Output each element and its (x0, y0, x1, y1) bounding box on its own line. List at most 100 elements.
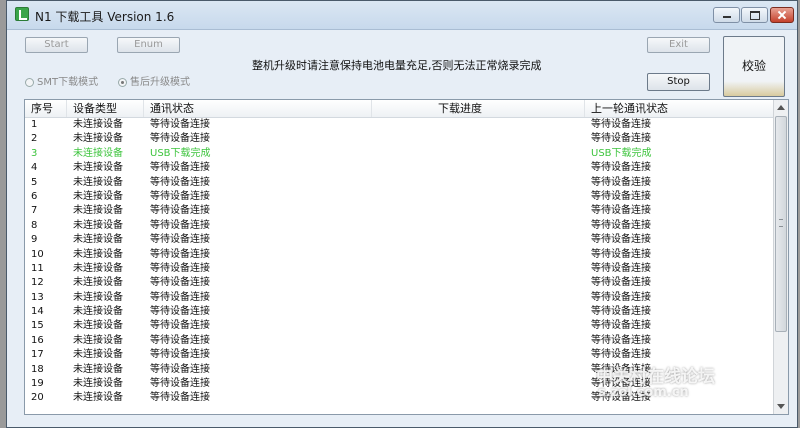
row-number: 17 (31, 349, 44, 361)
row-device-type: 未连接设备 (73, 291, 123, 303)
header-last-status[interactable]: 上一轮通讯状态 (585, 100, 776, 117)
table-row[interactable]: 14 未连接设备 等待设备连接 等待设备连接 (25, 305, 774, 319)
table-row[interactable]: 7 未连接设备 等待设备连接 等待设备连接 (25, 204, 774, 218)
after-sales-mode-label: 售后升级模式 (130, 77, 190, 88)
row-comm-status: 等待设备连接 (150, 306, 210, 318)
app-icon (15, 7, 29, 21)
scroll-down-icon[interactable] (777, 404, 785, 409)
table-row[interactable]: 17 未连接设备 等待设备连接 等待设备连接 (25, 348, 774, 362)
row-last-status: 等待设备连接 (591, 119, 651, 130)
row-device-type: 未连接设备 (73, 378, 123, 390)
row-last-status: 等待设备连接 (591, 133, 651, 145)
header-comm-status[interactable]: 通讯状态 (144, 100, 372, 117)
row-device-type: 未连接设备 (73, 190, 123, 202)
row-last-status: 等待设备连接 (591, 176, 651, 188)
window-title: N1 下载工具 Version 1.6 (35, 10, 175, 24)
row-comm-status: 等待设备连接 (150, 363, 210, 375)
radio-checked-icon[interactable] (118, 77, 127, 87)
list-header: 序号 设备类型 通讯状态 下载进度 上一轮通讯状态 (25, 100, 774, 118)
row-number: 19 (31, 378, 44, 390)
row-number: 3 (31, 147, 38, 159)
row-number: 1 (31, 119, 38, 130)
row-comm-status: 等待设备连接 (150, 392, 210, 404)
row-number: 2 (31, 133, 38, 145)
row-comm-status: 等待设备连接 (150, 248, 210, 260)
row-number: 15 (31, 320, 44, 332)
header-progress[interactable]: 下载进度 (372, 100, 585, 117)
row-comm-status: 等待设备连接 (150, 219, 210, 231)
table-row[interactable]: 5 未连接设备 等待设备连接 等待设备连接 (25, 176, 774, 190)
table-row[interactable]: 1 未连接设备 等待设备连接 等待设备连接 (25, 118, 774, 132)
scroll-up-icon[interactable] (777, 105, 785, 110)
row-number: 12 (31, 277, 44, 289)
table-row[interactable]: 15 未连接设备 等待设备连接 等待设备连接 (25, 319, 774, 333)
row-number: 7 (31, 205, 38, 217)
scroll-thumb[interactable] (775, 116, 787, 332)
row-number: 5 (31, 176, 38, 188)
close-icon[interactable] (770, 7, 794, 23)
row-number: 6 (31, 190, 38, 202)
smt-mode-label: SMT下载模式 (37, 77, 99, 88)
row-number: 4 (31, 162, 38, 174)
table-row[interactable]: 11 未连接设备 等待设备连接 等待设备连接 (25, 262, 774, 276)
row-comm-status: 等待设备连接 (150, 205, 210, 217)
row-last-status: 等待设备连接 (591, 306, 651, 318)
row-comm-status: 等待设备连接 (150, 378, 210, 390)
table-row[interactable]: 3 未连接设备 USB下载完成 USB下载完成 (25, 147, 774, 161)
enum-button[interactable]: Enum (117, 37, 180, 53)
row-last-status: USB下载完成 (591, 147, 652, 159)
row-comm-status: 等待设备连接 (150, 349, 210, 361)
table-row[interactable]: 9 未连接设备 等待设备连接 等待设备连接 (25, 233, 774, 247)
verify-button[interactable]: 校验 (723, 36, 785, 97)
table-row[interactable]: 2 未连接设备 等待设备连接 等待设备连接 (25, 132, 774, 146)
table-row[interactable]: 10 未连接设备 等待设备连接 等待设备连接 (25, 248, 774, 262)
stop-button[interactable]: Stop (647, 73, 710, 91)
row-comm-status: 等待设备连接 (150, 291, 210, 303)
row-device-type: 未连接设备 (73, 320, 123, 332)
row-number: 18 (31, 363, 44, 375)
table-row[interactable]: 6 未连接设备 等待设备连接 等待设备连接 (25, 190, 774, 204)
minimize-icon[interactable] (713, 7, 740, 23)
start-button[interactable]: Start (25, 37, 88, 53)
row-comm-status: 等待设备连接 (150, 162, 210, 174)
watermark-url: s.zol.com.cn (598, 385, 689, 400)
grip-icon (779, 219, 783, 227)
row-last-status: 等待设备连接 (591, 219, 651, 231)
row-device-type: 未连接设备 (73, 334, 123, 346)
smt-mode-radio[interactable]: SMT下载模式 (25, 73, 99, 88)
row-device-type: 未连接设备 (73, 162, 123, 174)
watermark-text: 中关村在线论坛 (596, 367, 715, 387)
after-sales-mode-radio[interactable]: 售后升级模式 (118, 73, 190, 88)
row-comm-status: 等待设备连接 (150, 234, 210, 246)
exit-button[interactable]: Exit (647, 37, 710, 53)
row-device-type: 未连接设备 (73, 119, 123, 130)
vertical-scrollbar[interactable] (773, 100, 788, 414)
row-last-status: 等待设备连接 (591, 320, 651, 332)
row-number: 13 (31, 291, 44, 303)
row-device-type: 未连接设备 (73, 205, 123, 217)
header-device-type[interactable]: 设备类型 (67, 100, 144, 117)
row-number: 14 (31, 306, 44, 318)
row-number: 9 (31, 234, 38, 246)
row-comm-status: USB下载完成 (150, 147, 211, 159)
row-number: 16 (31, 334, 44, 346)
radio-circle-icon[interactable] (25, 77, 34, 87)
table-row[interactable]: 4 未连接设备 等待设备连接 等待设备连接 (25, 161, 774, 175)
header-no[interactable]: 序号 (25, 100, 67, 117)
row-last-status: 等待设备连接 (591, 234, 651, 246)
table-row[interactable]: 13 未连接设备 等待设备连接 等待设备连接 (25, 291, 774, 305)
row-number: 8 (31, 219, 38, 231)
row-device-type: 未连接设备 (73, 277, 123, 289)
row-device-type: 未连接设备 (73, 363, 123, 375)
table-row[interactable]: 12 未连接设备 等待设备连接 等待设备连接 (25, 276, 774, 290)
title-bar[interactable]: N1 下载工具 Version 1.6 (7, 1, 797, 30)
row-comm-status: 等待设备连接 (150, 133, 210, 145)
row-device-type: 未连接设备 (73, 234, 123, 246)
table-row[interactable]: 16 未连接设备 等待设备连接 等待设备连接 (25, 334, 774, 348)
table-row[interactable]: 8 未连接设备 等待设备连接 等待设备连接 (25, 219, 774, 233)
row-number: 20 (31, 392, 44, 404)
maximize-icon[interactable] (741, 7, 768, 23)
row-last-status: 等待设备连接 (591, 349, 651, 361)
row-last-status: 等待设备连接 (591, 262, 651, 274)
row-device-type: 未连接设备 (73, 262, 123, 274)
